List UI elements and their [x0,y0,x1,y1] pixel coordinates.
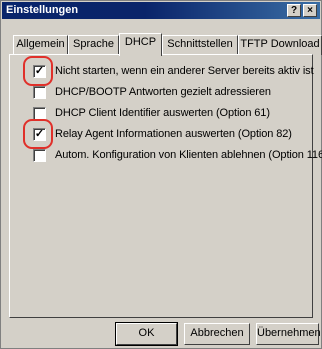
option-label: Relay Agent Informationen auswerten (Opt… [55,128,292,140]
option-label: Autom. Konfiguration von Klienten ablehn… [55,149,322,161]
checkbox-autokonfiguration[interactable] [33,148,46,162]
checkbox-client-identifier[interactable] [33,106,46,120]
option-label: DHCP Client Identifier auswerten (Option… [55,107,270,119]
apply-button[interactable]: Übernehmen [256,323,321,345]
title-bar[interactable]: Einstellungen ? × [2,2,320,19]
option-relay-agent[interactable]: ✓ Relay Agent Informationen auswerten (O… [33,127,292,141]
option-client-identifier[interactable]: DHCP Client Identifier auswerten (Option… [33,106,270,120]
option-label: DHCP/BOOTP Antworten gezielt adressieren [55,86,271,98]
ok-button[interactable]: OK [115,322,178,346]
checkbox-bootp-antworten[interactable] [33,85,46,99]
tab-dhcp[interactable]: DHCP [119,33,162,56]
tab-allgemein[interactable]: Allgemein [13,35,68,55]
settings-dialog: Einstellungen ? × Allgemein Sprache DHCP… [0,0,322,349]
option-bootp-antworten[interactable]: DHCP/BOOTP Antworten gezielt adressieren [33,85,271,99]
highlight-circle [23,56,53,86]
tab-sprache[interactable]: Sprache [68,35,119,55]
window-title: Einstellungen [6,4,79,16]
option-nicht-starten[interactable]: ✓ Nicht starten, wenn ein anderer Server… [33,64,314,78]
close-button[interactable]: × [303,4,317,17]
highlight-circle [23,119,53,149]
option-autokonfiguration[interactable]: Autom. Konfiguration von Klienten ablehn… [33,148,322,162]
cancel-button[interactable]: Abbrechen [184,323,250,345]
help-button[interactable]: ? [287,4,301,17]
tab-tftp-download[interactable]: TFTP Download [238,35,322,55]
option-label: Nicht starten, wenn ein anderer Server b… [55,65,314,77]
tab-schnittstellen[interactable]: Schnittstellen [162,35,238,55]
